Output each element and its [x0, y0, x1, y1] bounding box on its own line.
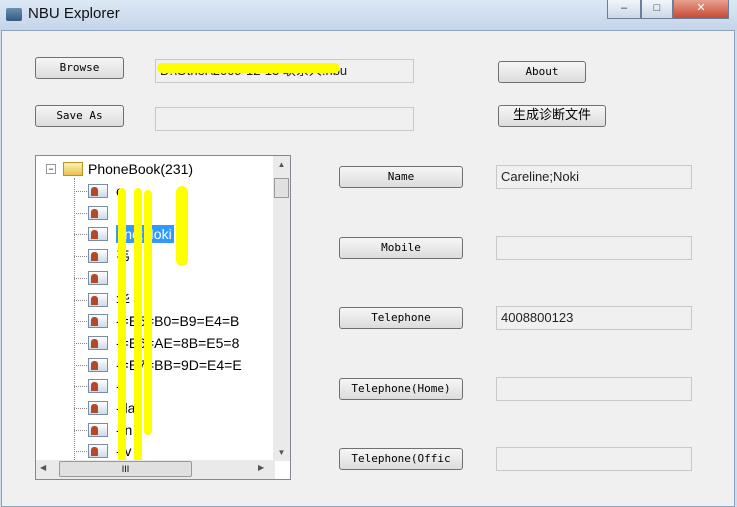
browse-button[interactable]: Browse [35, 57, 124, 79]
contact-card-icon [88, 444, 108, 459]
contact-card-icon [88, 227, 108, 242]
tree-line [74, 191, 87, 192]
contact-item[interactable]: line;Noki [36, 223, 275, 245]
horizontal-scrollbar[interactable]: ◀ III ▶ [36, 460, 275, 479]
diagnose-button[interactable]: 生成诊断文件 [498, 105, 606, 127]
contact-item[interactable]: 华 [36, 289, 275, 311]
contact-card-icon [88, 335, 108, 350]
tree-line [74, 408, 87, 409]
redaction-mark [134, 188, 142, 479]
contact-item[interactable]: - la [36, 397, 275, 419]
contact-card-icon [88, 379, 108, 394]
maximize-button[interactable]: □ [641, 0, 673, 19]
scroll-down-icon[interactable]: ▼ [273, 448, 290, 457]
tree-line [74, 451, 87, 453]
contact-card-icon [88, 184, 108, 198]
contact-item[interactable]: -=E5=B0=B9=E4=B [36, 310, 275, 332]
phonebook-tree[interactable]: − PhoneBook(231) e line;Noki韦华-=E5=B0=B9=… [35, 155, 291, 480]
contact-item[interactable] [36, 267, 275, 289]
redaction-mark [144, 190, 152, 435]
contact-card-icon [88, 292, 108, 307]
scroll-up-icon[interactable]: ▲ [273, 160, 290, 169]
field-value[interactable] [496, 447, 692, 471]
tree-line [74, 342, 87, 344]
contact-item[interactable]: - n [36, 419, 275, 441]
tree-line [74, 364, 87, 366]
contact-item[interactable]: -=E7=BB=9D=E4=E [36, 354, 275, 376]
field-label-button[interactable]: Telephone [339, 307, 463, 329]
app-icon [6, 8, 22, 21]
contact-card-icon [88, 314, 108, 329]
tree-line [74, 429, 87, 431]
save-path-field[interactable] [155, 107, 414, 131]
scroll-left-icon[interactable]: ◀ [40, 463, 46, 472]
redaction-mark [176, 186, 188, 266]
vertical-scrollbar[interactable]: ▲ ▼ [273, 156, 290, 461]
redaction-mark [157, 63, 340, 73]
contact-item[interactable]: e [36, 180, 275, 202]
contact-card-icon [88, 401, 108, 415]
field-label-button[interactable]: Telephone(Offic [339, 448, 463, 470]
contact-item[interactable]: - [36, 375, 275, 397]
contact-card-icon [88, 249, 108, 264]
minimize-button[interactable]: – [607, 0, 641, 19]
tree-line [74, 212, 87, 214]
about-button[interactable]: About [498, 61, 586, 83]
window-title: NBU Explorer [28, 5, 120, 22]
scroll-right-icon[interactable]: ▶ [258, 463, 264, 472]
tree-line [74, 299, 87, 301]
contact-card-icon [88, 357, 108, 372]
tree-line [74, 234, 87, 236]
contact-item[interactable]: 韦 [36, 245, 275, 267]
contact-card-icon [88, 422, 108, 437]
field-value[interactable]: Careline;Noki [496, 165, 692, 189]
field-value[interactable] [496, 235, 692, 260]
folder-icon [63, 162, 83, 176]
field-label-button[interactable]: Telephone(Home) [339, 377, 463, 400]
contact-card-icon [88, 205, 108, 220]
scroll-thumb[interactable] [274, 178, 289, 198]
save-as-button[interactable]: Save As [35, 105, 124, 127]
tree-line [74, 321, 87, 323]
title-bar: NBU Explorer – □ ✕ [0, 0, 737, 30]
redaction-mark [118, 188, 126, 479]
contact-item[interactable] [36, 202, 275, 224]
hscroll-thumb[interactable]: III [59, 461, 192, 477]
close-button[interactable]: ✕ [673, 0, 729, 19]
field-label-button[interactable]: Mobile [339, 236, 463, 259]
tree-root-label: PhoneBook(231) [88, 161, 194, 177]
tree-line [74, 386, 87, 388]
tree-line [74, 256, 87, 258]
tree-line [74, 277, 87, 279]
field-label-button[interactable]: Name [339, 166, 463, 188]
contact-item[interactable]: -=E6=AE=8B=E5=8 [36, 332, 275, 354]
field-value[interactable] [496, 376, 692, 401]
contact-card-icon [88, 270, 108, 285]
collapse-icon[interactable]: − [46, 164, 56, 174]
field-value[interactable]: 4008800123 [496, 306, 692, 330]
